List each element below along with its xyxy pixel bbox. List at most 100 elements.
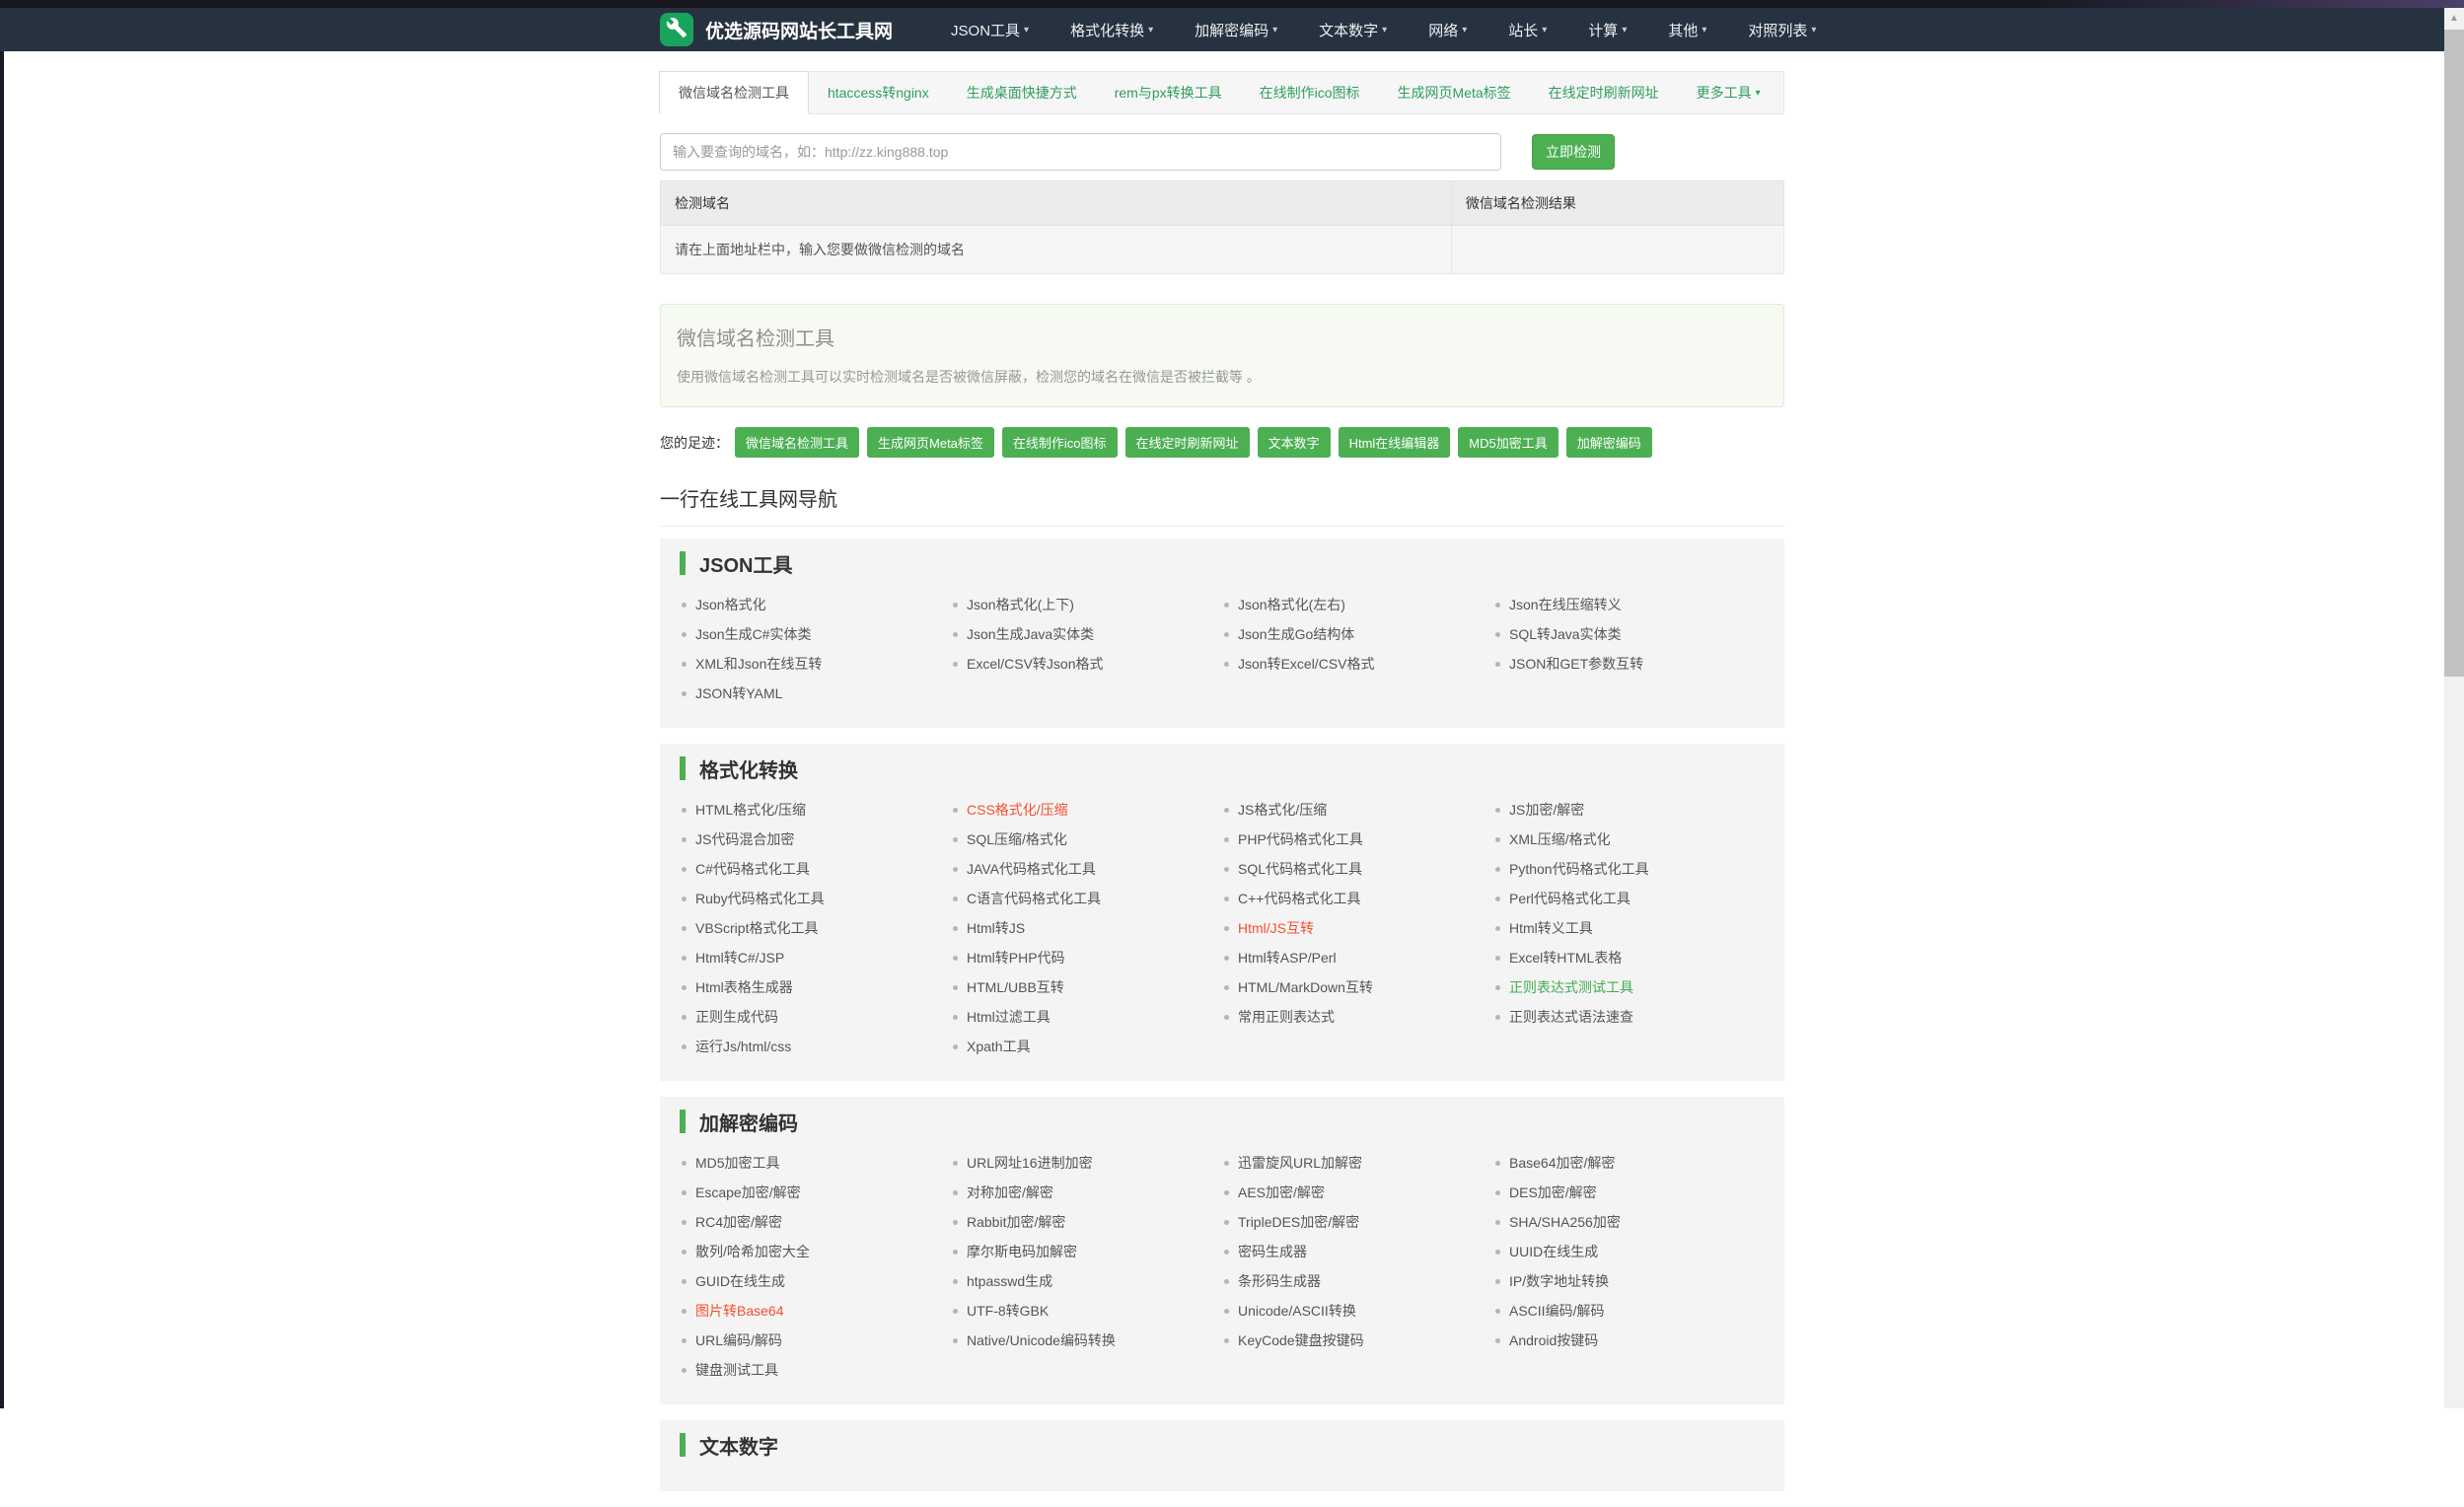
tool-link[interactable]: 条形码生成器 (1238, 1271, 1321, 1291)
tool-link[interactable]: TripleDES加密/解密 (1238, 1212, 1359, 1232)
tool-link[interactable]: Excel转HTML表格 (1509, 948, 1622, 968)
tool-link[interactable]: KeyCode键盘按键码 (1238, 1330, 1364, 1350)
tool-link[interactable]: Escape加密/解密 (695, 1183, 801, 1202)
tool-link[interactable]: 键盘测试工具 (695, 1360, 778, 1380)
tool-link[interactable]: C#代码格式化工具 (695, 859, 810, 879)
nav-menu-item[interactable]: 文本数字 ▾ (1298, 20, 1408, 40)
tool-link[interactable]: Json生成Java实体类 (967, 624, 1094, 644)
scrollbar[interactable]: ▲ (2444, 8, 2464, 1408)
tool-link[interactable]: Html转JS (967, 918, 1025, 938)
tool-link[interactable]: DES加密/解密 (1509, 1183, 1597, 1202)
tool-link[interactable]: Xpath工具 (967, 1037, 1031, 1056)
footprint-badge[interactable]: Html在线编辑器 (1338, 427, 1451, 458)
tool-link[interactable]: GUID在线生成 (695, 1271, 785, 1291)
tool-link[interactable]: JSON和GET参数互转 (1509, 654, 1643, 674)
tool-link[interactable]: Json在线压缩转义 (1509, 595, 1622, 614)
tool-link[interactable]: Native/Unicode编码转换 (967, 1330, 1116, 1350)
tool-link[interactable]: XML压缩/格式化 (1509, 829, 1611, 849)
tool-link[interactable]: Json格式化 (695, 595, 766, 614)
tool-link[interactable]: PHP代码格式化工具 (1238, 829, 1363, 849)
tab-item[interactable]: 更多工具 ▾ (1678, 72, 1779, 113)
tool-link[interactable]: Html/JS互转 (1238, 918, 1314, 938)
tool-link[interactable]: UTF-8转GBK (967, 1301, 1049, 1321)
tool-link[interactable]: URL编码/解码 (695, 1330, 782, 1350)
tool-link[interactable]: HTML/MarkDown互转 (1238, 977, 1373, 997)
nav-menu-item[interactable]: 网络 ▾ (1408, 20, 1487, 40)
tab-item[interactable]: 在线定时刷新网址 (1530, 72, 1678, 113)
nav-menu-item[interactable]: 格式化转换 ▾ (1050, 20, 1174, 40)
tool-link[interactable]: Android按键码 (1509, 1330, 1598, 1350)
tool-link[interactable]: JSON转YAML (695, 683, 782, 703)
tool-link[interactable]: Ruby代码格式化工具 (695, 889, 825, 908)
tool-link[interactable]: JS格式化/压缩 (1238, 800, 1327, 820)
tool-link[interactable]: Html过滤工具 (967, 1007, 1051, 1027)
tool-link[interactable]: htpasswd生成 (967, 1271, 1052, 1291)
domain-input[interactable] (660, 133, 1501, 171)
tool-link[interactable]: 正则生成代码 (695, 1007, 778, 1027)
tool-link[interactable]: SQL代码格式化工具 (1238, 859, 1362, 879)
tool-link[interactable]: Html转PHP代码 (967, 948, 1065, 968)
footprint-badge[interactable]: 文本数字 (1257, 427, 1331, 458)
tool-link[interactable]: C++代码格式化工具 (1238, 889, 1360, 908)
tool-link[interactable]: Base64加密/解密 (1509, 1153, 1615, 1173)
site-logo[interactable] (660, 13, 693, 46)
tool-link[interactable]: ASCII编码/解码 (1509, 1301, 1604, 1321)
tool-link[interactable]: 散列/哈希加密大全 (695, 1242, 810, 1261)
tool-link[interactable]: IP/数字地址转换 (1509, 1271, 1609, 1291)
check-now-button[interactable]: 立即检测 (1532, 134, 1615, 170)
tool-link[interactable]: UUID在线生成 (1509, 1242, 1598, 1261)
tool-link[interactable]: Rabbit加密/解密 (967, 1212, 1065, 1232)
scrollbar-up-arrow[interactable]: ▲ (2444, 8, 2464, 28)
tool-link[interactable]: AES加密/解密 (1238, 1183, 1325, 1202)
tool-link[interactable]: 常用正则表达式 (1238, 1007, 1335, 1027)
footprint-badge[interactable]: 微信域名检测工具 (735, 427, 860, 458)
tab-item[interactable]: 微信域名检测工具 (659, 71, 809, 114)
tool-link[interactable]: Html转C#/JSP (695, 948, 784, 968)
tool-link[interactable]: Json生成Go结构体 (1238, 624, 1354, 644)
footprint-badge[interactable]: 在线定时刷新网址 (1124, 427, 1250, 458)
nav-menu-item[interactable]: 其他 ▾ (1647, 20, 1727, 40)
scrollbar-thumb[interactable] (2444, 30, 2464, 677)
tool-link[interactable]: Html转义工具 (1509, 918, 1593, 938)
tool-link[interactable]: 摩尔斯电码加解密 (967, 1242, 1077, 1261)
nav-menu-item[interactable]: 站长 ▾ (1487, 20, 1567, 40)
tool-link[interactable]: Json格式化(上下) (967, 595, 1074, 614)
tool-link[interactable]: 运行Js/html/css (695, 1037, 791, 1056)
tool-link[interactable]: JS加密/解密 (1509, 800, 1584, 820)
tool-link[interactable]: SHA/SHA256加密 (1509, 1212, 1621, 1232)
nav-menu-item[interactable]: 计算 ▾ (1567, 20, 1647, 40)
tool-link[interactable]: Html转ASP/Perl (1238, 948, 1337, 968)
footprint-badge[interactable]: 加解密编码 (1565, 427, 1652, 458)
nav-menu-item[interactable]: 对照列表 ▾ (1727, 20, 1837, 40)
tool-link[interactable]: 正则表达式语法速查 (1509, 1007, 1633, 1027)
tool-link[interactable]: 正则表达式测试工具 (1509, 977, 1633, 997)
tool-link[interactable]: Json转Excel/CSV格式 (1238, 654, 1374, 674)
tool-link[interactable]: HTML/UBB互转 (967, 977, 1064, 997)
tool-link[interactable]: 对称加密/解密 (967, 1183, 1053, 1202)
footprint-badge[interactable]: 生成网页Meta标签 (867, 427, 994, 458)
tool-link[interactable]: Json格式化(左右) (1238, 595, 1345, 614)
tab-item[interactable]: 在线制作ico图标 (1241, 72, 1379, 113)
tool-link[interactable]: MD5加密工具 (695, 1153, 780, 1173)
tool-link[interactable]: CSS格式化/压缩 (967, 800, 1068, 820)
tool-link[interactable]: Html表格生成器 (695, 977, 793, 997)
tool-link[interactable]: RC4加密/解密 (695, 1212, 782, 1232)
tool-link[interactable]: HTML格式化/压缩 (695, 800, 806, 820)
tool-link[interactable]: Python代码格式化工具 (1509, 859, 1649, 879)
tool-link[interactable]: JAVA代码格式化工具 (967, 859, 1096, 879)
tool-link[interactable]: URL网址16进制加密 (967, 1153, 1093, 1173)
tool-link[interactable]: Perl代码格式化工具 (1509, 889, 1631, 908)
tool-link[interactable]: Unicode/ASCII转换 (1238, 1301, 1356, 1321)
tool-link[interactable]: Json生成C#实体类 (695, 624, 811, 644)
tool-link[interactable]: 图片转Base64 (695, 1301, 783, 1321)
tab-item[interactable]: rem与px转换工具 (1096, 72, 1241, 113)
nav-menu-item[interactable]: JSON工具 ▾ (930, 20, 1050, 40)
tool-link[interactable]: VBScript格式化工具 (695, 918, 818, 938)
tool-link[interactable]: 迅雷旋风URL加解密 (1238, 1153, 1362, 1173)
tool-link[interactable]: Excel/CSV转Json格式 (967, 654, 1103, 674)
tool-link[interactable]: C语言代码格式化工具 (967, 889, 1101, 908)
site-title[interactable]: 优选源码网站长工具网 (705, 17, 893, 43)
tool-link[interactable]: XML和Json在线互转 (695, 654, 822, 674)
tool-link[interactable]: SQL转Java实体类 (1509, 624, 1622, 644)
tool-link[interactable]: 密码生成器 (1238, 1242, 1307, 1261)
